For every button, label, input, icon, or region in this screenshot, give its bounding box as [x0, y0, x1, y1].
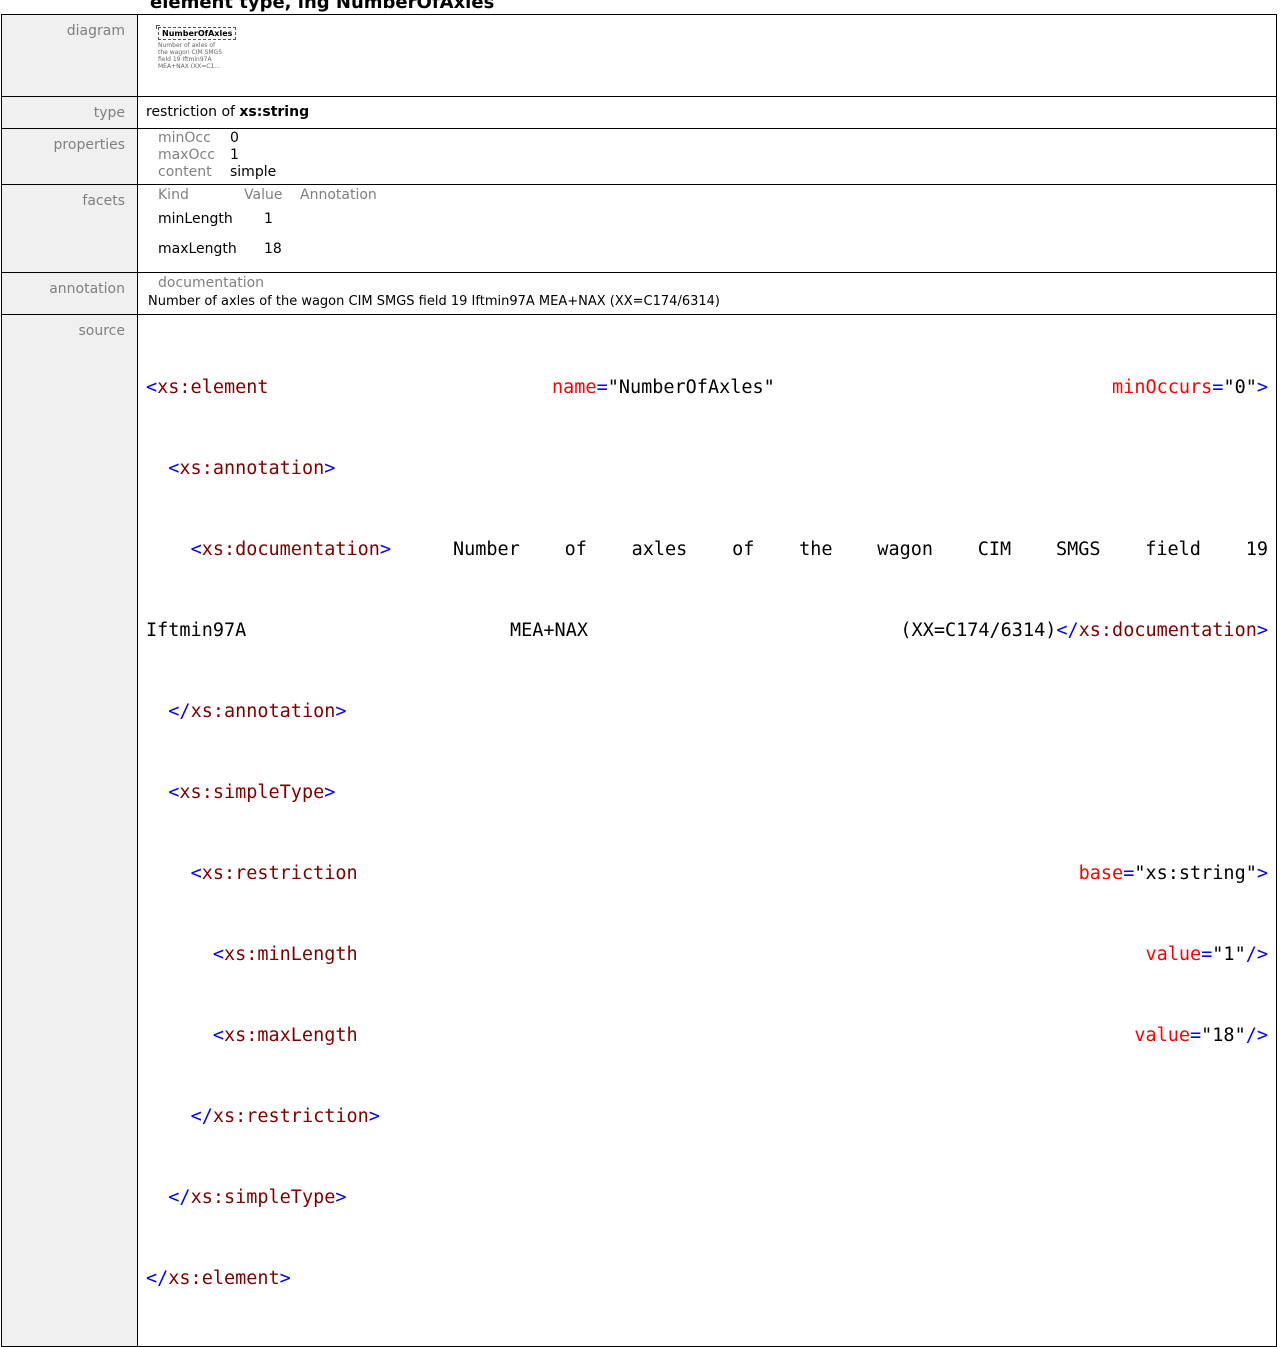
source-line: </xs:simpleType> — [146, 1184, 1276, 1211]
xml-value: "0" — [1223, 377, 1257, 398]
xml-attr: base — [1078, 863, 1124, 884]
xml-attr: minOccurs — [1112, 377, 1213, 398]
facet-value: 1 — [264, 211, 273, 227]
xml-tag: <xs:annotation> — [168, 458, 336, 479]
facets-header-value: Value — [244, 187, 283, 203]
xml-attr: name — [552, 377, 597, 398]
facet-value: 18 — [264, 241, 282, 257]
source-line: <xs:maxLength value="18"/> — [212, 1025, 1268, 1046]
facet-kind: maxLength — [158, 241, 237, 257]
facets-header-annotation: Annotation — [300, 187, 377, 203]
xml-tag: <xs:documentation> — [190, 539, 392, 560]
diagram-element-box[interactable]: NumberOfAxles — [155, 25, 237, 40]
xml-tag: </xs:annotation> — [168, 701, 347, 722]
type-prefix: restriction of — [146, 104, 235, 120]
annotation-text: Number of axles of the wagon CIM SMGS fi… — [148, 294, 720, 309]
xml-value: "18" — [1201, 1025, 1246, 1046]
property-value: 1 — [230, 147, 239, 163]
xml-tag: <xs:simpleType> — [168, 782, 336, 803]
properties-cell: minOcc 0 maxOcc 1 content simple — [137, 128, 1277, 185]
property-key: minOcc — [158, 130, 211, 146]
property-key: content — [158, 164, 212, 180]
page-heading: element type, ing NumberOfAxles — [150, 0, 495, 13]
source-line: <xs:element name="NumberOfAxles" minOccurs… — [146, 377, 1268, 398]
xml-attr: value — [1134, 1025, 1191, 1046]
source-line: <xs:simpleType> — [146, 779, 1276, 806]
diagram-cell: NumberOfAxles Number of axles of the wag… — [137, 14, 1277, 97]
property-value: simple — [230, 164, 277, 180]
property-key: maxOcc — [158, 147, 215, 163]
properties-label: properties — [1, 128, 138, 185]
facet-row: maxLength 18 — [158, 234, 1276, 264]
xml-attr: value — [1145, 944, 1202, 965]
xml-text: Iftmin97A — [146, 620, 247, 641]
xml-tag: </xs:documentation> — [1056, 620, 1268, 641]
facets-table: Kind Value Annotation minLength 1 maxLen… — [146, 185, 1276, 264]
xml-text: (XX=C174/6314) — [900, 620, 1057, 641]
type-cell: restriction of xs:string — [137, 96, 1277, 129]
xml-tag: </xs:restriction> — [190, 1106, 380, 1127]
xml-tag: <xs:restriction — [190, 863, 358, 884]
facets-cell: Kind Value Annotation minLength 1 maxLen… — [137, 184, 1277, 273]
facets-header: Kind Value Annotation — [158, 186, 1276, 204]
annotation-cell: documentation Number of axles of the wag… — [137, 272, 1277, 315]
xml-value: "xs:string" — [1134, 863, 1257, 884]
type-row: type restriction of xs:string — [1, 96, 1277, 129]
source-line: <xs:annotation> — [146, 455, 1276, 482]
annotation-block: documentation Number of axles of the wag… — [146, 273, 1276, 312]
source-line: </xs:restriction> — [146, 1103, 1276, 1130]
type-base[interactable]: xs:string — [239, 104, 309, 120]
xml-tag: <xs:minLength — [212, 944, 358, 965]
diagram-row: diagram NumberOfAxles Number of axles of… — [1, 14, 1277, 97]
facet-row: minLength 1 — [158, 204, 1276, 234]
annotation-key: documentation — [158, 275, 265, 291]
diagram-label: diagram — [1, 14, 138, 97]
annotation-row: annotation documentation Number of axles… — [1, 272, 1277, 315]
xml-value: "1" — [1212, 944, 1246, 965]
element-doc-table: diagram NumberOfAxles Number of axles of… — [1, 14, 1277, 1347]
facets-row: facets Kind Value Annotation minLength 1… — [1, 184, 1277, 273]
source-line: </xs:annotation> — [146, 698, 1276, 725]
source-line: </xs:element> — [146, 1265, 1276, 1292]
annotation-label: annotation — [1, 272, 138, 315]
source-line: <xs:minLength value="1"/> — [212, 944, 1268, 965]
xml-tag: </xs:element> — [146, 1268, 291, 1289]
source-label: source — [1, 314, 138, 1347]
source-row: source <xs:element name="NumberOfAxles" mi… — [1, 314, 1277, 1347]
xml-tag: <xs:maxLength — [212, 1025, 358, 1046]
source-line: Iftmin97A MEA+NAX (XX=C174/6314)</xs:docum… — [146, 617, 1276, 644]
xml-tag: </xs:simpleType> — [168, 1187, 347, 1208]
properties-row: properties minOcc 0 maxOcc 1 content simple — [1, 128, 1277, 185]
source-line: <xs:restriction base="xs:string"> — [190, 863, 1268, 884]
source-code: <xs:element name="NumberOfAxles" minOccurs… — [146, 315, 1276, 1346]
facets-label: facets — [1, 184, 138, 273]
properties-list: minOcc 0 maxOcc 1 content simple — [146, 129, 1276, 181]
property-value: 0 — [230, 130, 239, 146]
xml-text: Number of axles of the wagon CIM SMGS fi… — [453, 539, 1268, 560]
type-label: type — [1, 96, 138, 129]
xml-tag: <xs:element — [146, 377, 269, 398]
xml-text: MEA+NAX — [510, 620, 588, 641]
type-value: restriction of xs:string — [146, 97, 1276, 120]
source-cell: <xs:element name="NumberOfAxles" minOccurs… — [137, 314, 1277, 1347]
facets-header-kind: Kind — [158, 187, 189, 203]
diagram-note: Number of axles of the wagon CIM SMGS fi… — [158, 42, 223, 70]
source-line: <xs:documentation> Number of axles of the… — [146, 536, 1276, 563]
facet-kind: minLength — [158, 211, 233, 227]
xml-value: "NumberOfAxles" — [607, 377, 775, 398]
